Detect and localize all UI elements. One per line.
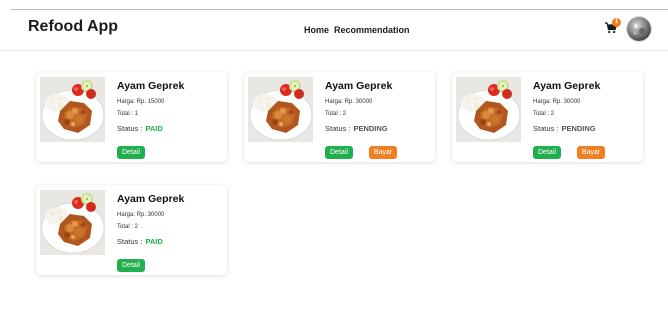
food-total: Total : 2 xyxy=(533,111,555,117)
detail-button[interactable]: Detail xyxy=(533,146,561,159)
food-total: Total : 1 xyxy=(117,111,139,117)
nav-links: Home Recommendation xyxy=(304,25,410,35)
food-name: Ayam Geprek xyxy=(117,193,185,205)
status-value: PAID xyxy=(145,237,163,246)
status-value: PENDING xyxy=(353,124,388,133)
food-image xyxy=(40,77,105,142)
food-name: Ayam Geprek xyxy=(325,80,393,92)
order-status: Status : PENDING xyxy=(325,124,392,133)
food-image xyxy=(456,77,521,142)
fried-chicken-rice-photo xyxy=(248,77,313,142)
food-price: Harga: Rp. 30000 xyxy=(117,212,165,218)
navbar: Refood App Home Recommendation xyxy=(0,10,668,51)
status-value: PAID xyxy=(145,124,163,133)
food-name: Ayam Geprek xyxy=(117,80,185,92)
food-price: Harga: Rp. 15000 xyxy=(117,99,165,105)
order-card: Ayam Geprek Harga: Rp. 30000 Total : 2 S… xyxy=(36,185,227,275)
avatar[interactable] xyxy=(627,17,651,41)
food-image xyxy=(40,190,105,255)
food-name: Ayam Geprek xyxy=(533,80,601,92)
status-label: Status : xyxy=(117,124,143,133)
order-status: Status : PAID xyxy=(117,237,184,246)
cart-count-badge: 1 xyxy=(612,18,621,27)
order-card: Ayam Geprek Harga: Rp. 30000 Total : 2 S… xyxy=(244,72,435,162)
pay-button[interactable]: Bayar xyxy=(576,146,606,159)
order-status: Status : PENDING xyxy=(533,124,600,133)
order-card: Ayam Geprek Harga: Rp. 30000 Total : 2 S… xyxy=(452,72,643,162)
order-status: Status : PAID xyxy=(117,124,184,133)
nav-home-link[interactable]: Home xyxy=(304,25,329,35)
detail-button[interactable]: Detail xyxy=(325,146,353,159)
pay-button[interactable]: Bayar xyxy=(368,146,398,159)
nav-recommendation-link[interactable]: Recommendation xyxy=(334,25,410,35)
order-card: Ayam Geprek Harga: Rp. 15000 Total : 1 S… xyxy=(36,72,227,162)
food-price: Harga: Rp. 30000 xyxy=(325,99,373,105)
fried-chicken-rice-photo xyxy=(40,190,105,255)
status-label: Status : xyxy=(117,237,143,246)
food-image xyxy=(248,77,313,142)
status-label: Status : xyxy=(533,124,559,133)
detail-button[interactable]: Detail xyxy=(117,259,145,272)
fried-chicken-rice-photo xyxy=(40,77,105,142)
status-value: PENDING xyxy=(561,124,596,133)
food-total: Total : 2 xyxy=(325,111,347,117)
status-label: Status : xyxy=(325,124,351,133)
food-price: Harga: Rp. 30000 xyxy=(533,99,581,105)
brand-logo[interactable]: Refood App xyxy=(28,18,118,36)
fried-chicken-rice-photo xyxy=(456,77,521,142)
food-total: Total : 2 xyxy=(117,224,139,230)
detail-button[interactable]: Detail xyxy=(117,146,145,159)
